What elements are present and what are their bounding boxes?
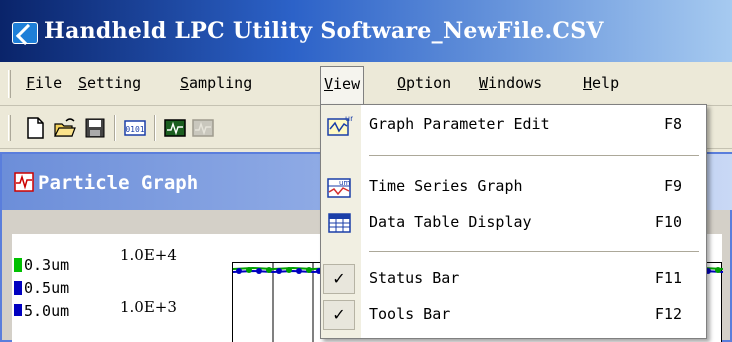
menu-item-shortcut: F12 — [654, 305, 682, 323]
series-point — [276, 268, 282, 274]
menu-option-rest: ption — [406, 74, 452, 92]
legend-swatch — [14, 304, 22, 316]
series-point — [296, 268, 302, 274]
menu-separator — [369, 251, 699, 252]
toolbar-separator — [114, 115, 116, 141]
menu-item-graph-parameter-edit[interactable]: um Graph Parameter Edit F8 — [321, 107, 706, 143]
menu-item-tools-bar[interactable]: ✓ Tools Bar F12 — [321, 297, 706, 333]
checkmark-icon: ✓ — [323, 300, 355, 330]
menu-setting[interactable]: Setting — [78, 74, 141, 92]
menu-file-rest: ile — [35, 74, 63, 92]
menu-help-rest: elp — [592, 74, 620, 92]
menu-help[interactable]: Help — [583, 74, 619, 92]
menu-view-rest: iew — [333, 75, 361, 93]
y-tick-label: 1.0E+3 — [120, 298, 177, 316]
window-title-bar[interactable]: Handheld LPC Utility Software_NewFile.CS… — [0, 0, 732, 62]
legend-item-5.0um: 5.0um — [14, 302, 69, 316]
toolbar-separator — [154, 115, 156, 141]
menu-file[interactable]: File — [26, 74, 62, 92]
series-point — [266, 267, 272, 273]
legend-swatch — [14, 258, 22, 272]
menu-item-label: Data Table Display — [369, 213, 532, 231]
data-table-icon[interactable]: 0101 — [124, 117, 146, 139]
menu-item-shortcut: F11 — [654, 269, 682, 287]
menu-item-shortcut: F10 — [654, 213, 682, 231]
toolbar-grip[interactable] — [8, 115, 11, 141]
series-point — [236, 268, 242, 274]
legend-label: 0.3um — [24, 256, 70, 274]
menu-item-shortcut: F8 — [663, 115, 682, 133]
menu-item-data-table-display[interactable]: Data Table Display F10 — [321, 205, 706, 241]
menu-item-shortcut: F9 — [663, 177, 682, 195]
legend-swatch — [14, 281, 22, 295]
legend-item-0.3um: 0.3um — [14, 256, 69, 274]
menu-separator — [369, 155, 699, 156]
svg-text:um: um — [345, 114, 353, 123]
open-folder-icon[interactable] — [54, 117, 76, 139]
graph-param-edit-icon: um — [327, 114, 353, 136]
series-point — [246, 267, 252, 273]
svg-text:0101: 0101 — [125, 125, 144, 134]
data-table-display-icon — [328, 213, 351, 233]
menu-item-time-series-graph[interactable]: um Time Series Graph F9 — [321, 169, 706, 205]
menu-item-status-bar[interactable]: ✓ Status Bar F11 — [321, 261, 706, 297]
legend-label: 0.5um — [24, 279, 70, 297]
menu-setting-rest: etting — [87, 74, 142, 92]
legend-item-0.5um: 0.5um — [14, 279, 69, 297]
save-disk-icon[interactable] — [84, 117, 106, 139]
menu-view[interactable]: View — [320, 66, 365, 104]
menubar-grip[interactable] — [8, 70, 11, 98]
child-window-title: Particle Graph — [38, 172, 199, 194]
menu-windows-rest: indows — [488, 74, 543, 92]
menu-item-label: Tools Bar — [369, 305, 451, 323]
menu-item-label: Status Bar — [369, 269, 460, 287]
graph-monitor-icon[interactable] — [164, 117, 186, 139]
series-point — [306, 267, 312, 273]
menu-option[interactable]: Option — [397, 74, 451, 92]
app-icon — [12, 22, 38, 44]
menu-item-label: Graph Parameter Edit — [369, 115, 550, 133]
y-tick-label: 1.0E+4 — [120, 246, 177, 264]
checkmark-icon: ✓ — [323, 264, 355, 294]
menu-windows[interactable]: Windows — [479, 74, 542, 92]
new-file-icon[interactable] — [24, 117, 46, 139]
particle-graph-icon — [14, 172, 34, 192]
menu-sampling-rest: ampling — [189, 74, 253, 92]
legend-label: 5.0um — [24, 302, 70, 316]
series-point — [715, 267, 721, 273]
menu-item-label: Time Series Graph — [369, 177, 523, 195]
menu-bar: File Setting Sampling View Option Window… — [0, 62, 732, 106]
series-point — [256, 268, 262, 274]
window-title: Handheld LPC Utility Software_NewFile.CS… — [44, 18, 604, 44]
view-menu-dropdown: um Graph Parameter Edit F8 um Time Serie… — [320, 104, 707, 339]
svg-text:um: um — [339, 179, 350, 187]
menu-sampling[interactable]: Sampling — [180, 74, 252, 92]
series-point — [286, 267, 292, 273]
time-series-graph-icon: um — [327, 178, 351, 198]
disabled-graph-icon[interactable] — [192, 117, 214, 139]
